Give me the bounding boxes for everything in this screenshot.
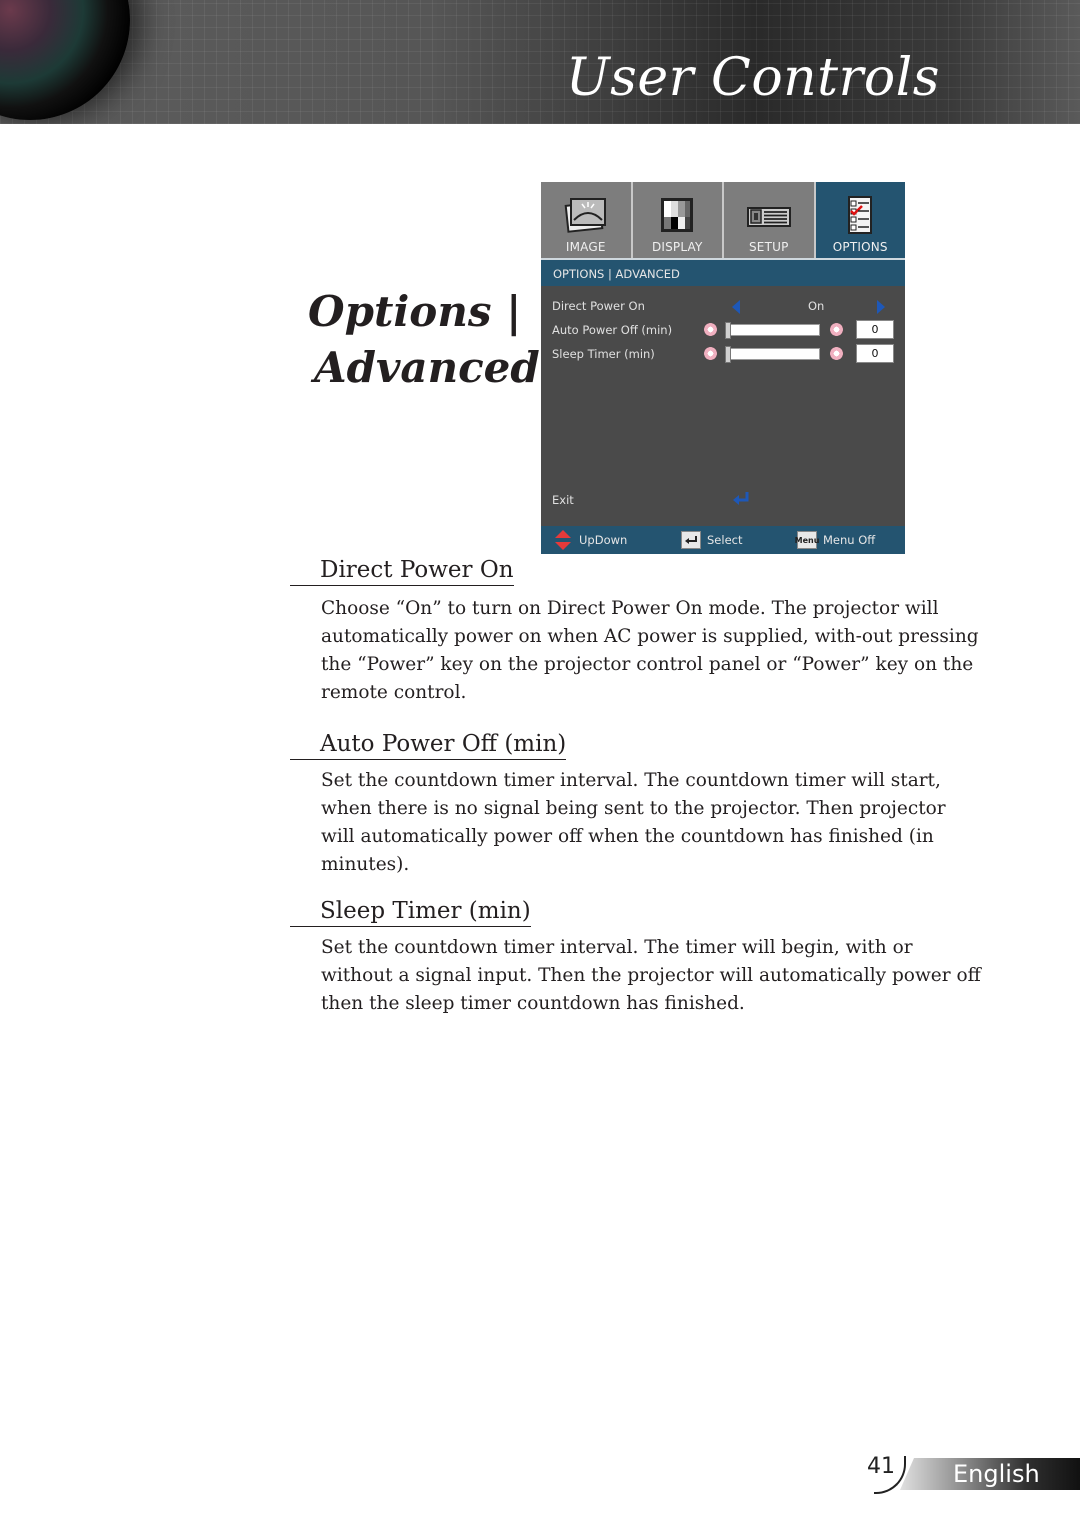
auto-power-off-slider[interactable] bbox=[725, 322, 820, 339]
projector-lens-image bbox=[0, 0, 130, 120]
slider-thumb[interactable] bbox=[725, 322, 731, 339]
osd-breadcrumb: OPTIONS | ADVANCED bbox=[541, 258, 905, 286]
display-icon bbox=[661, 198, 694, 232]
footer-updown: UpDown bbox=[555, 526, 627, 554]
enter-return-icon bbox=[733, 492, 749, 505]
setup-projector-icon bbox=[746, 207, 791, 227]
paragraph-sleep-timer: Set the countdown timer interval. The ti… bbox=[321, 937, 981, 1014]
footer-menu-off: Menu Menu Off bbox=[795, 526, 876, 554]
osd-exit-item[interactable]: Exit bbox=[552, 493, 574, 507]
auto-power-off-value: 0 bbox=[856, 320, 894, 339]
footer-menu-off-label: Menu Off bbox=[823, 533, 876, 547]
timer-dial-decrease-icon bbox=[704, 347, 717, 360]
arrow-right-icon[interactable] bbox=[877, 300, 885, 314]
section-title: Options | Advanced bbox=[308, 284, 540, 396]
sleep-timer-value: 0 bbox=[856, 344, 894, 363]
osd-row-direct-power-on[interactable]: Direct Power On On bbox=[552, 296, 895, 316]
enter-key-icon bbox=[681, 531, 701, 549]
osd-row-auto-power-off[interactable]: Auto Power Off (min) 0 bbox=[552, 320, 895, 340]
tab-display[interactable]: DISPLAY bbox=[632, 182, 722, 258]
osd-row-label: Sleep Timer (min) bbox=[552, 347, 655, 361]
timer-dial-increase-icon bbox=[830, 323, 843, 336]
section-title-line2: Advanced bbox=[314, 343, 540, 392]
paragraph-auto-power-off: Set the countdown timer interval. The co… bbox=[321, 770, 946, 875]
timer-dial-decrease-icon bbox=[704, 323, 717, 336]
osd-row-value: On bbox=[808, 299, 825, 313]
paragraph-direct-power-on: Choose “On” to turn on Direct Power On m… bbox=[321, 598, 979, 703]
chapter-title: User Controls bbox=[565, 48, 940, 108]
updown-arrows-icon bbox=[555, 530, 571, 550]
osd-body: Direct Power On On Auto Power Off (min) … bbox=[541, 286, 905, 526]
arrow-left-icon[interactable] bbox=[732, 300, 740, 314]
timer-dial-increase-icon bbox=[830, 347, 843, 360]
tab-label: OPTIONS bbox=[832, 240, 888, 254]
header-banner: User Controls bbox=[0, 0, 1080, 124]
tab-label: SETUP bbox=[748, 240, 789, 254]
options-checklist-icon bbox=[848, 196, 873, 234]
heading-auto-power-off: Auto Power Off (min) bbox=[290, 729, 567, 760]
osd-row-label: Auto Power Off (min) bbox=[552, 323, 673, 337]
language-label: English bbox=[953, 1460, 1040, 1488]
menu-key-icon: Menu bbox=[795, 531, 819, 549]
tab-image[interactable]: IMAGE bbox=[541, 182, 631, 258]
footer-select: Select bbox=[681, 526, 742, 554]
tab-setup[interactable]: SETUP bbox=[724, 182, 814, 258]
osd-tab-bar: IMAGE DISPLAY SETUP OPTIONS bbox=[541, 182, 905, 258]
tab-label: IMAGE bbox=[565, 240, 606, 254]
page-number: 41 bbox=[867, 1454, 895, 1479]
sleep-timer-slider[interactable] bbox=[725, 346, 820, 363]
image-icon bbox=[564, 198, 606, 233]
osd-menu-screenshot: IMAGE DISPLAY SETUP OPTIONS OPTIONS | AD… bbox=[541, 182, 905, 554]
footer-select-label: Select bbox=[707, 533, 743, 547]
tab-options[interactable]: OPTIONS bbox=[815, 182, 905, 258]
section-title-line1: Options | bbox=[308, 287, 522, 336]
osd-footer: UpDown Select Menu Menu Off bbox=[541, 526, 905, 554]
osd-row-sleep-timer[interactable]: Sleep Timer (min) 0 bbox=[552, 344, 895, 364]
tab-label: DISPLAY bbox=[651, 240, 703, 254]
heading-direct-power-on: Direct Power On bbox=[290, 555, 514, 586]
slider-thumb[interactable] bbox=[725, 346, 731, 363]
osd-row-label: Direct Power On bbox=[552, 299, 645, 313]
footer-updown-label: UpDown bbox=[579, 533, 628, 547]
heading-sleep-timer: Sleep Timer (min) bbox=[290, 896, 531, 927]
